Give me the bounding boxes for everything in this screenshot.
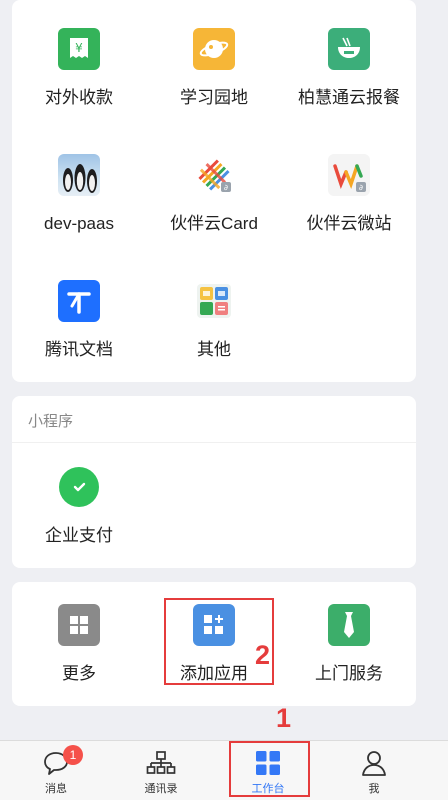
penguins-photo-icon [58,154,100,196]
tab-label: 消息 [45,783,67,795]
app-label: 学习园地 [180,88,248,107]
yuan-receipt-icon: ¥ [58,28,100,70]
app-label: 柏慧通云报餐 [298,88,400,107]
app-baihui-baocan[interactable]: 柏慧通云报餐 [282,28,416,109]
tab-label: 我 [368,783,380,795]
app-label: 伙伴云Card [170,214,258,233]
app-label: 更多 [62,664,96,683]
section-title: 小程序 [28,413,74,430]
tie-service-icon [328,604,370,646]
tab-label: 工作台 [251,783,285,795]
app-tencent-docs[interactable]: 腾讯文档 [12,280,146,361]
tab-messages[interactable]: 1 消息 [0,741,112,800]
workbench-grid-icon [253,749,283,777]
check-circle-icon [58,466,100,508]
tencent-docs-icon [58,280,100,322]
others-grid-icon [193,280,235,322]
app-huoban-weizhan[interactable]: ∂ 伙伴云微站 [282,154,416,235]
app-label: 腾讯文档 [45,340,113,359]
highlight-number-1: 1 [276,703,292,733]
app-dev-paas[interactable]: dev-paas [12,154,146,235]
noodle-bowl-icon [328,28,370,70]
org-chart-icon [146,749,176,777]
person-icon [359,749,389,777]
planet-icon [193,28,235,70]
tab-workbench[interactable]: 工作台 [212,741,324,800]
bottom-tab-bar: 1 消息 通讯录 工作台 我 [0,740,448,800]
svg-text:∂: ∂ [359,183,363,192]
tab-contacts[interactable]: 通讯录 [105,741,217,800]
w-site-icon: ∂ [328,154,370,196]
tab-me[interactable]: 我 [318,741,430,800]
tab-label: 通讯录 [144,783,178,795]
svg-text:∂: ∂ [224,183,228,192]
section-divider [12,442,416,443]
app-xuexi-yuandi[interactable]: 学习园地 [147,28,281,109]
app-label: 企业支付 [45,526,113,545]
app-duiwai-shoukuan[interactable]: ¥ 对外收款 [12,28,146,109]
app-label: dev-paas [44,214,114,233]
unread-badge: 1 [63,745,83,765]
app-label: 其他 [197,340,231,359]
tools-card: 更多 添加应用 上门服务 [12,582,416,706]
highlight-number-2: 2 [255,640,271,670]
app-qiye-zhifu[interactable]: 企业支付 [12,466,146,547]
apps-card: ¥ 对外收款 学习园地 柏慧通云报餐 dev-paas ∂ 伙伴云Card ∂ … [12,0,416,382]
app-label: 伙伴云微站 [306,214,392,233]
app-label: 上门服务 [315,664,383,683]
app-huoban-card[interactable]: ∂ 伙伴云Card [147,154,281,235]
chat-bubble-icon: 1 [41,745,83,777]
svg-text:¥: ¥ [75,41,83,55]
more-button[interactable]: 更多 [12,604,146,685]
app-others[interactable]: 其他 [147,280,281,361]
woven-card-icon: ∂ [193,154,235,196]
more-grid-icon [58,604,100,646]
onsite-service-button[interactable]: 上门服务 [282,604,416,685]
add-app-icon [193,604,235,646]
app-label: 对外收款 [45,88,113,107]
mini-programs-card: 小程序 企业支付 [12,396,416,568]
